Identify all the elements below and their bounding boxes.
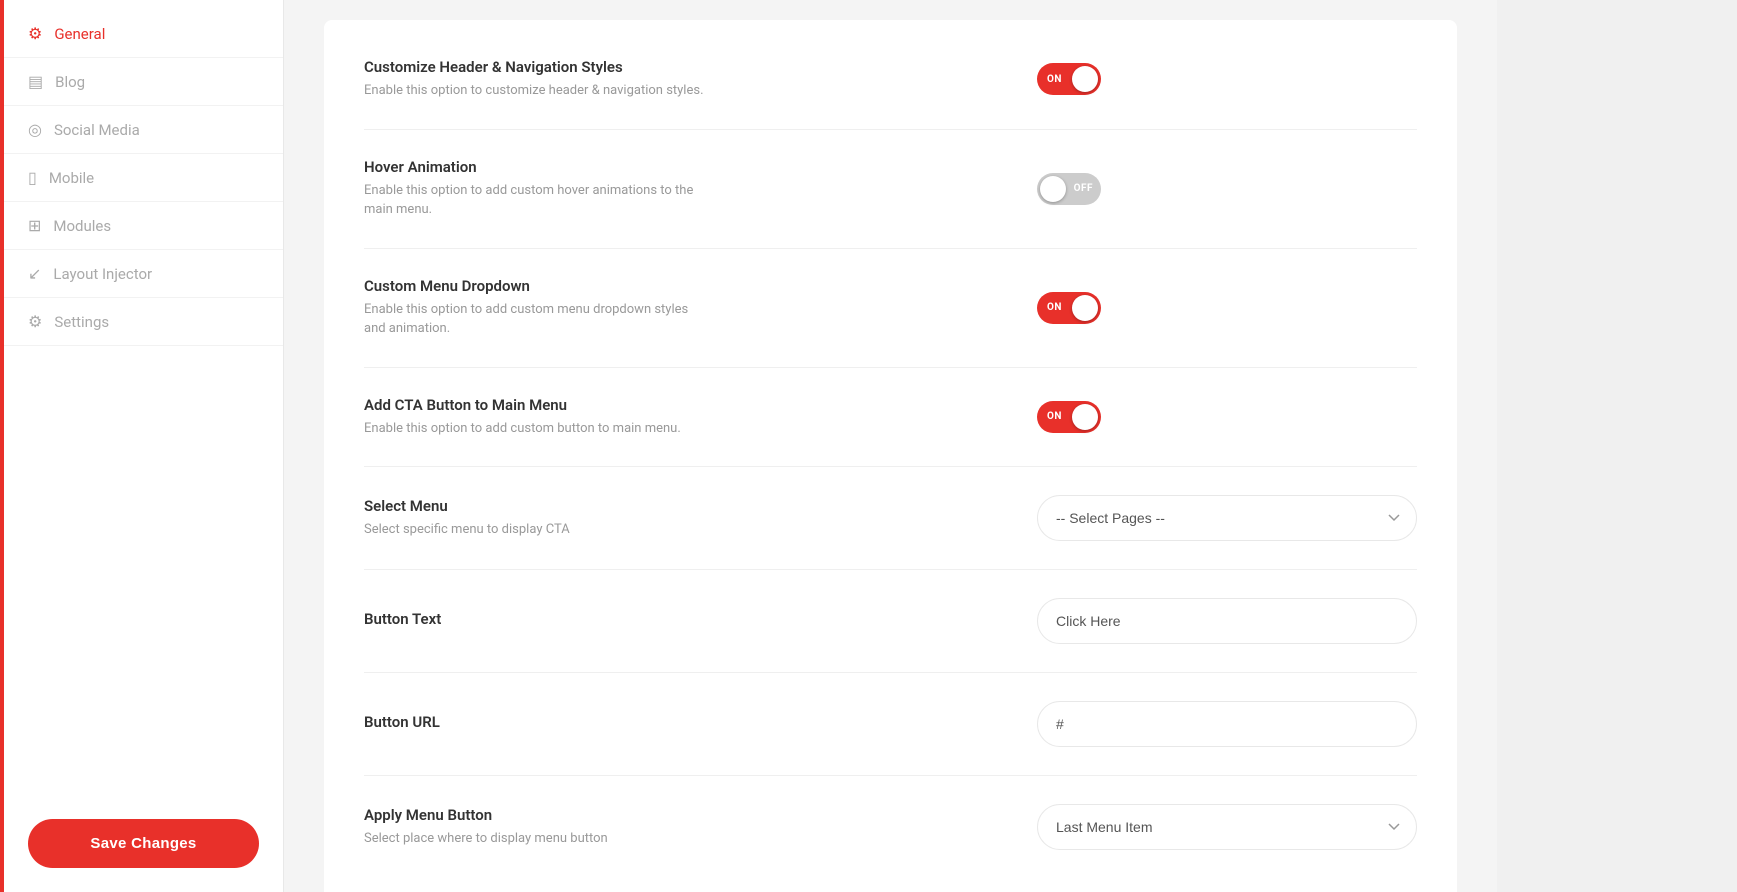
sidebar-nav: ⚙ General ▤ Blog ◎ Social Media ▯ Mobile ⊞ Module… [4,0,283,795]
setting-control-button-url [1037,701,1417,747]
sidebar-item-social-media[interactable]: ◎ Social Media [4,106,283,154]
sidebar-item-modules[interactable]: ⊞ Modules [4,202,283,250]
social-media-icon: ◎ [28,120,42,139]
toggle-hover-animation[interactable]: OFF [1037,173,1101,205]
sidebar-item-label-modules: Modules [53,217,111,235]
select-wrapper-select-menu: -- Select Pages -- [1037,495,1417,541]
general-icon: ⚙ [28,24,42,43]
setting-info-custom-menu-dropdown: Custom Menu Dropdown Enable this option t… [364,277,1017,339]
sidebar-item-label-mobile: Mobile [49,169,94,187]
setting-title-button-url: Button URL [364,713,1017,731]
setting-title-button-text: Button Text [364,610,1017,628]
input-button-text[interactable] [1037,598,1417,644]
setting-info-button-text: Button Text [364,610,1017,633]
settings-icon: ⚙ [28,312,42,331]
sidebar-item-label-general: General [54,25,105,43]
setting-control-button-text [1037,598,1417,644]
setting-title-hover-animation: Hover Animation [364,158,1017,176]
select-select-menu[interactable]: -- Select Pages -- [1037,495,1417,541]
sidebar-footer: Save Changes [4,795,283,892]
toggle-knob-customize-header [1072,66,1098,92]
layout-injector-icon: ↙ [28,264,41,283]
right-panel [1497,0,1737,892]
select-apply-menu-button[interactable]: Last Menu ItemFirst Menu Item [1037,804,1417,850]
toggle-label-hover-animation: OFF [1074,183,1093,194]
setting-desc-select-menu: Select specific menu to display CTA [364,520,704,540]
setting-title-customize-header: Customize Header & Navigation Styles [364,58,1017,76]
sidebar-item-label-layout-injector: Layout Injector [53,265,152,283]
setting-row-button-url: Button URL [364,673,1417,776]
setting-info-button-url: Button URL [364,713,1017,736]
setting-row-button-text: Button Text [364,570,1417,673]
input-button-url[interactable] [1037,701,1417,747]
mobile-icon: ▯ [28,168,37,187]
sidebar-item-layout-injector[interactable]: ↙ Layout Injector [4,250,283,298]
sidebar-item-label-blog: Blog [55,73,85,91]
blog-icon: ▤ [28,72,43,91]
modules-icon: ⊞ [28,216,41,235]
setting-row-apply-menu-button: Apply Menu Button Select place where to d… [364,776,1417,878]
setting-control-hover-animation: OFF [1037,173,1417,205]
setting-title-custom-menu-dropdown: Custom Menu Dropdown [364,277,1017,295]
sidebar-item-mobile[interactable]: ▯ Mobile [4,154,283,202]
setting-row-customize-header: Customize Header & Navigation Styles Enab… [364,30,1417,130]
setting-row-custom-menu-dropdown: Custom Menu Dropdown Enable this option t… [364,249,1417,368]
setting-desc-apply-menu-button: Select place where to display menu butto… [364,829,704,849]
toggle-knob-hover-animation [1040,176,1066,202]
sidebar-item-settings[interactable]: ⚙ Settings [4,298,283,346]
setting-row-add-cta-button: Add CTA Button to Main Menu Enable this o… [364,368,1417,468]
setting-row-select-menu: Select Menu Select specific menu to displ… [364,467,1417,570]
toggle-label-custom-menu-dropdown: ON [1047,302,1062,313]
setting-info-apply-menu-button: Apply Menu Button Select place where to d… [364,806,1017,849]
sidebar-item-label-settings: Settings [54,313,109,331]
setting-control-custom-menu-dropdown: ON [1037,292,1417,324]
setting-title-apply-menu-button: Apply Menu Button [364,806,1017,824]
setting-control-apply-menu-button: Last Menu ItemFirst Menu Item [1037,804,1417,850]
setting-info-add-cta-button: Add CTA Button to Main Menu Enable this o… [364,396,1017,439]
save-changes-button[interactable]: Save Changes [28,819,259,868]
toggle-label-customize-header: ON [1047,74,1062,85]
toggle-customize-header[interactable]: ON [1037,63,1101,95]
setting-info-hover-animation: Hover Animation Enable this option to add… [364,158,1017,220]
sidebar-item-blog[interactable]: ▤ Blog [4,58,283,106]
settings-card: Customize Header & Navigation Styles Enab… [324,20,1457,892]
toggle-knob-add-cta-button [1072,404,1098,430]
setting-title-add-cta-button: Add CTA Button to Main Menu [364,396,1017,414]
main-content: Customize Header & Navigation Styles Enab… [284,0,1497,892]
setting-control-add-cta-button: ON [1037,401,1417,433]
toggle-custom-menu-dropdown[interactable]: ON [1037,292,1101,324]
setting-title-select-menu: Select Menu [364,497,1017,515]
setting-control-select-menu: -- Select Pages -- [1037,495,1417,541]
setting-control-customize-header: ON [1037,63,1417,95]
toggle-knob-custom-menu-dropdown [1072,295,1098,321]
sidebar: ⚙ General ▤ Blog ◎ Social Media ▯ Mobile ⊞ Module… [4,0,284,892]
sidebar-item-general[interactable]: ⚙ General [4,10,283,58]
setting-desc-custom-menu-dropdown: Enable this option to add custom menu dr… [364,300,704,339]
setting-row-hover-animation: Hover Animation Enable this option to add… [364,130,1417,249]
sidebar-item-label-social-media: Social Media [54,121,140,139]
setting-desc-customize-header: Enable this option to customize header &… [364,81,704,101]
setting-desc-add-cta-button: Enable this option to add custom button … [364,419,704,439]
setting-info-select-menu: Select Menu Select specific menu to displ… [364,497,1017,540]
toggle-add-cta-button[interactable]: ON [1037,401,1101,433]
setting-info-customize-header: Customize Header & Navigation Styles Enab… [364,58,1017,101]
setting-desc-hover-animation: Enable this option to add custom hover a… [364,181,704,220]
toggle-label-add-cta-button: ON [1047,411,1062,422]
select-wrapper-apply-menu-button: Last Menu ItemFirst Menu Item [1037,804,1417,850]
